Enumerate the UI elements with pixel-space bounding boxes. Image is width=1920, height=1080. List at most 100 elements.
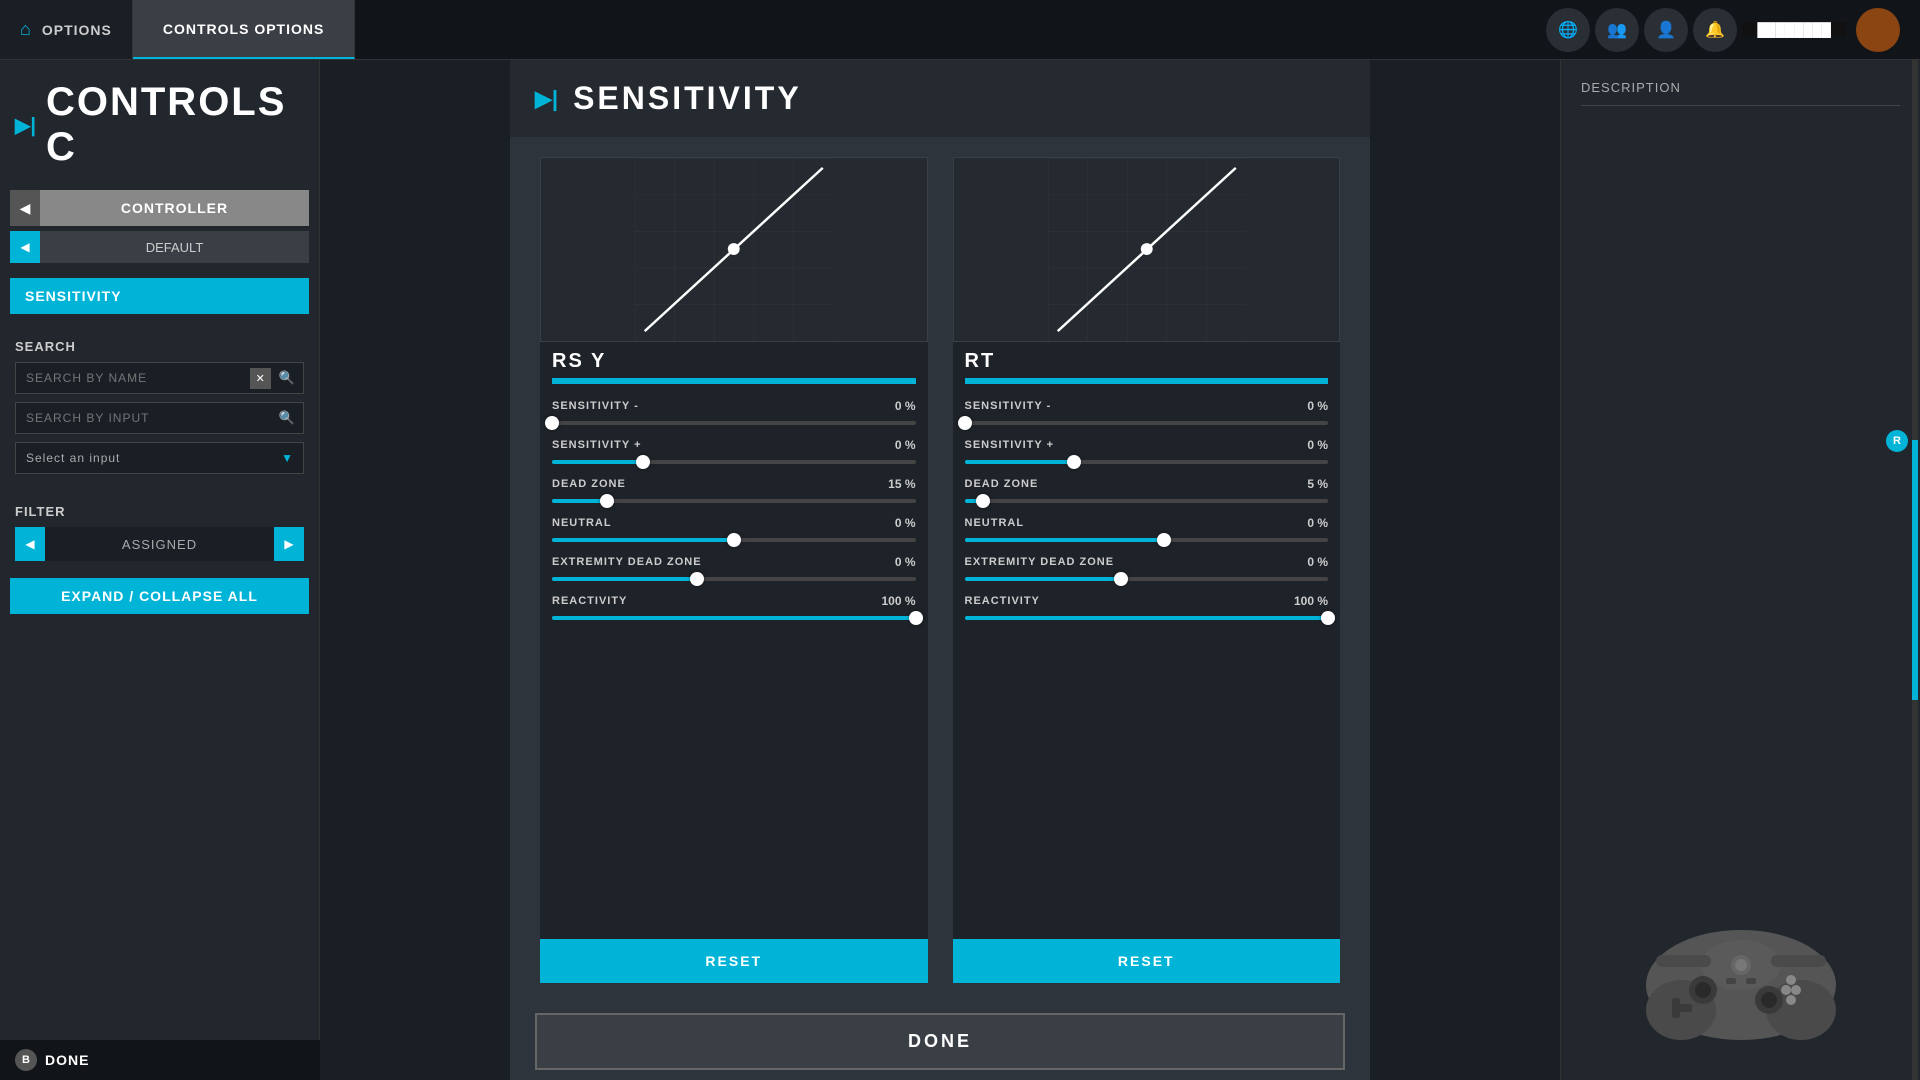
- avatar[interactable]: [1856, 8, 1900, 52]
- select-input-dropdown[interactable]: Select an input ▼: [15, 442, 304, 474]
- rt-title: RT: [953, 342, 1341, 378]
- rsy-dead-zone-row: DEAD ZONE 15 %: [540, 472, 928, 496]
- modal-footer: DONE: [510, 1003, 1370, 1080]
- rt-neutral-thumb[interactable]: [1157, 533, 1171, 547]
- search-heading: SEARCH: [15, 339, 304, 354]
- default-prev-arrow[interactable]: ◀: [10, 231, 40, 263]
- rsy-neutral-thumb[interactable]: [727, 533, 741, 547]
- search-input-icon: 🔍: [271, 404, 303, 432]
- rsy-reset-button[interactable]: RESET: [540, 939, 928, 983]
- topbar: ⌂ OPTIONS CONTROLS OPTIONS 🌐 👥 👤 🔔 █████…: [0, 0, 1920, 60]
- rsy-reactivity-thumb[interactable]: [909, 611, 923, 625]
- filter-section: FILTER ◀ ASSIGNED ▶: [0, 499, 319, 578]
- rsy-dead-zone-label: DEAD ZONE: [552, 478, 868, 490]
- filter-next-arrow[interactable]: ▶: [274, 527, 304, 561]
- notification-icon-btn[interactable]: 🔔: [1693, 8, 1737, 52]
- scroll-thumb[interactable]: [1912, 440, 1918, 700]
- rt-sens-minus-slider[interactable]: [953, 418, 1341, 433]
- rt-reset-button[interactable]: RESET: [953, 939, 1341, 983]
- search-by-input-input[interactable]: [16, 403, 271, 433]
- rt-reactivity-thumb[interactable]: [1321, 611, 1335, 625]
- rt-sens-plus-thumb[interactable]: [1067, 455, 1081, 469]
- rt-reactivity-slider[interactable]: [953, 613, 1341, 628]
- controller-svg: [1631, 890, 1851, 1050]
- rt-sens-minus-track: [965, 421, 1329, 425]
- rt-dead-zone-label: DEAD ZONE: [965, 478, 1281, 490]
- social-icon-btn[interactable]: 🌐: [1546, 8, 1590, 52]
- expand-collapse-button[interactable]: EXPAND / COLLAPSE ALL: [10, 578, 309, 614]
- rt-sens-plus-slider[interactable]: [953, 457, 1341, 472]
- rt-dead-zone-thumb[interactable]: [976, 494, 990, 508]
- rsy-neutral-slider[interactable]: [540, 535, 928, 550]
- description-label: DESCRIPTION: [1581, 80, 1900, 106]
- rsy-sens-plus-label: SENSITIVITY +: [552, 439, 868, 451]
- rsy-title: RS Y: [540, 342, 928, 378]
- modal-chevron-icon: ▶|: [535, 86, 558, 112]
- rt-extremity-slider[interactable]: [953, 574, 1341, 589]
- rsy-extremity-label: EXTREMITY DEAD ZONE: [552, 556, 868, 568]
- filter-prev-arrow[interactable]: ◀: [15, 527, 45, 561]
- rt-neutral-row: NEUTRAL 0 %: [953, 511, 1341, 535]
- rsy-dead-zone-value: 15 %: [876, 477, 916, 491]
- rt-bar: [965, 378, 1329, 384]
- controls-options-tab[interactable]: CONTROLS OPTIONS: [133, 0, 355, 59]
- done-button[interactable]: DONE: [535, 1013, 1345, 1070]
- chevron-down-icon: ▼: [271, 443, 303, 473]
- rsy-dead-zone-slider[interactable]: [540, 496, 928, 511]
- rsy-extremity-thumb[interactable]: [690, 572, 704, 586]
- rsy-sens-plus-thumb[interactable]: [636, 455, 650, 469]
- topbar-icons: 🌐 👥 👤 🔔 ████████: [1546, 0, 1920, 59]
- rsy-card: RS Y SENSITIVITY - 0 %: [540, 157, 928, 983]
- rsy-sens-minus-slider[interactable]: [540, 418, 928, 433]
- rsy-neutral-label: NEUTRAL: [552, 517, 868, 529]
- rt-sens-minus-value: 0 %: [1288, 399, 1328, 413]
- rt-dead-zone-slider[interactable]: [953, 496, 1341, 511]
- sidebar-title: CONTROLS C: [46, 80, 304, 170]
- rsy-extremity-fill: [552, 577, 697, 581]
- search-by-name-row: ✕ 🔍: [15, 362, 304, 394]
- rsy-sens-minus-label: SENSITIVITY -: [552, 400, 868, 412]
- search-clear-icon[interactable]: ✕: [250, 368, 271, 389]
- rt-sens-minus-label: SENSITIVITY -: [965, 400, 1281, 412]
- home-button[interactable]: ⌂ OPTIONS: [0, 0, 133, 59]
- rt-sens-plus-value: 0 %: [1288, 438, 1328, 452]
- rsy-neutral-value: 0 %: [876, 516, 916, 530]
- rsy-extremity-slider[interactable]: [540, 574, 928, 589]
- scroll-track[interactable]: [1912, 60, 1918, 1080]
- rsy-sens-minus-thumb[interactable]: [545, 416, 559, 430]
- rt-extremity-thumb[interactable]: [1114, 572, 1128, 586]
- sensitivity-button[interactable]: SENSITIVITY: [10, 278, 309, 314]
- rt-dead-zone-value: 5 %: [1288, 477, 1328, 491]
- profile-icon-btn[interactable]: 👤: [1644, 8, 1688, 52]
- rt-reactivity-row: REACTIVITY 100 %: [953, 589, 1341, 613]
- rt-reactivity-track: [965, 616, 1329, 620]
- rsy-sens-plus-value: 0 %: [876, 438, 916, 452]
- rt-extremity-label: EXTREMITY DEAD ZONE: [965, 556, 1281, 568]
- main-layout: ▶| CONTROLS C ◀ CONTROLLER ◀ DEFAULT SEN…: [0, 60, 1920, 1080]
- rt-dead-zone-row: DEAD ZONE 5 %: [953, 472, 1341, 496]
- rt-card: RT SENSITIVITY - 0 %: [953, 157, 1341, 983]
- filter-heading: FILTER: [15, 504, 304, 519]
- username-text: ████████: [1757, 22, 1831, 37]
- rsy-sens-minus-value: 0 %: [876, 399, 916, 413]
- rt-neutral-slider[interactable]: [953, 535, 1341, 550]
- controller-label: CONTROLLER: [40, 192, 309, 224]
- friends-icon-btn[interactable]: 👥: [1595, 8, 1639, 52]
- rsy-neutral-fill: [552, 538, 734, 542]
- rsy-sens-plus-slider[interactable]: [540, 457, 928, 472]
- modal-header: ▶| SENSITIVITY: [510, 60, 1370, 137]
- username-box: ████████: [1742, 22, 1846, 37]
- rsy-neutral-track: [552, 538, 916, 542]
- search-by-name-input[interactable]: [16, 363, 250, 393]
- filter-value: ASSIGNED: [45, 537, 274, 552]
- rsy-reactivity-track: [552, 616, 916, 620]
- sidebar-header: ▶| CONTROLS C: [0, 60, 319, 190]
- controller-prev-arrow[interactable]: ◀: [10, 190, 40, 226]
- rt-sens-minus-thumb[interactable]: [958, 416, 972, 430]
- rt-sens-plus-fill: [965, 460, 1074, 464]
- rsy-sens-minus-row: SENSITIVITY - 0 %: [540, 394, 928, 418]
- rsy-sens-plus-fill: [552, 460, 643, 464]
- rsy-dead-zone-thumb[interactable]: [600, 494, 614, 508]
- rsy-reactivity-slider[interactable]: [540, 613, 928, 628]
- rt-neutral-label: NEUTRAL: [965, 517, 1281, 529]
